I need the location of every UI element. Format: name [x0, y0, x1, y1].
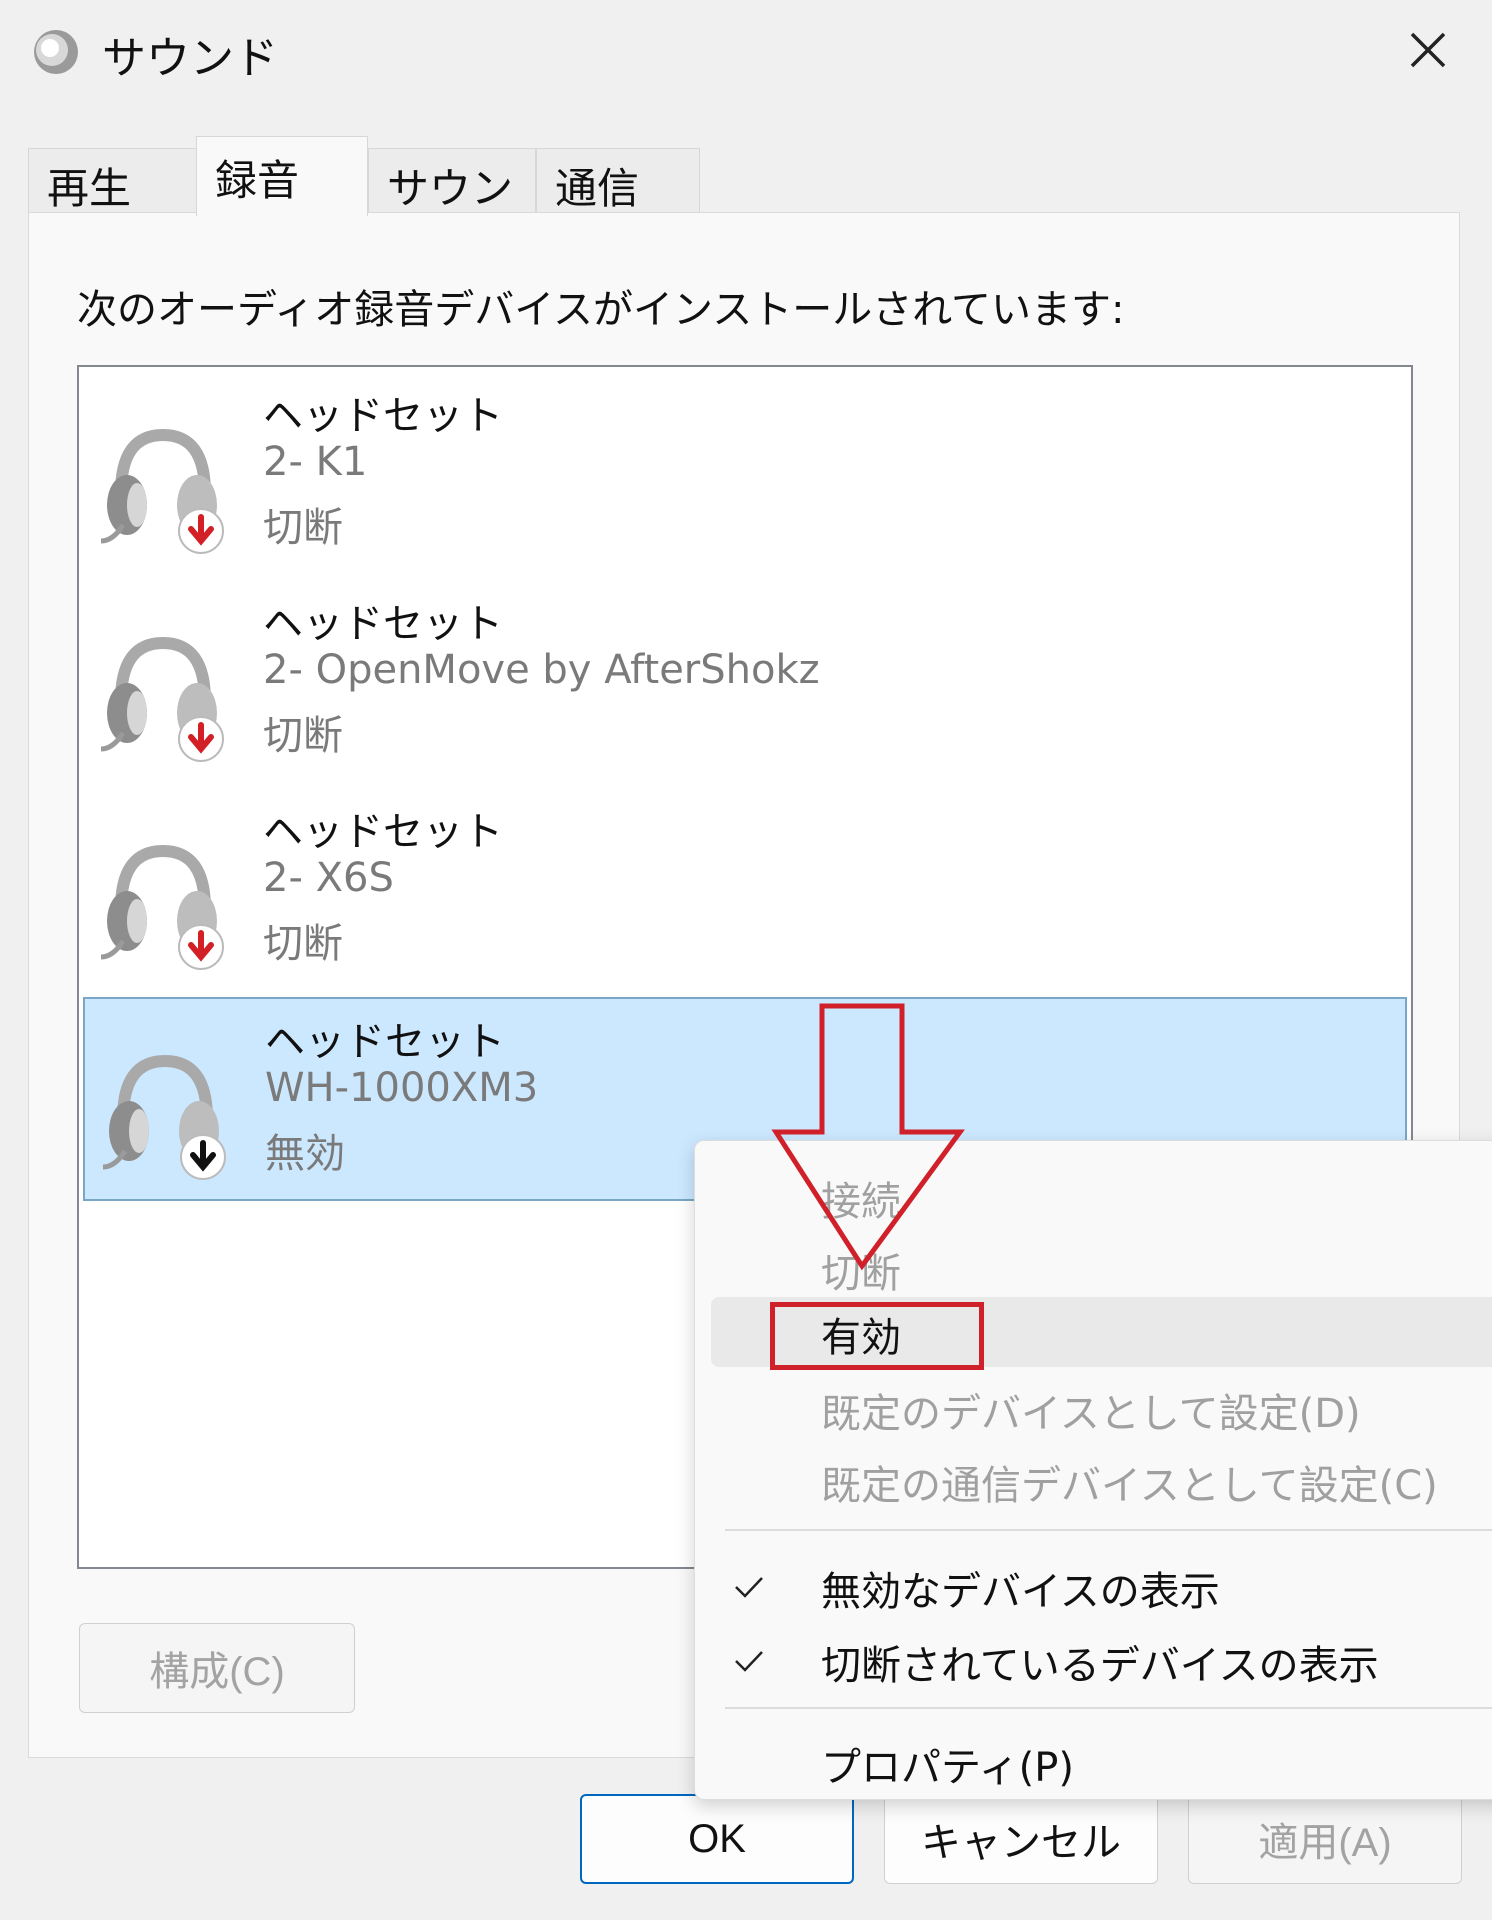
- device-item[interactable]: ヘッドセット 2- OpenMove by AfterShokz 切断: [83, 581, 1407, 785]
- speaker-icon: [30, 26, 82, 78]
- device-status: 切断: [263, 921, 343, 967]
- menu-item-label: プロパティ(P): [821, 1745, 1074, 1791]
- device-item[interactable]: ヘッドセット 2- K1 切断: [83, 373, 1407, 577]
- device-status: 無効: [265, 1131, 345, 1177]
- device-name: ヘッドセット: [263, 809, 503, 855]
- menu-separator: [725, 1529, 1492, 1531]
- menu-item-set-default[interactable]: 既定のデバイスとして設定(D): [695, 1373, 1492, 1443]
- cancel-button[interactable]: キャンセル: [884, 1794, 1158, 1884]
- tab-recording[interactable]: 録音: [196, 136, 368, 216]
- menu-item-properties[interactable]: プロパティ(P): [695, 1727, 1492, 1797]
- annotation-down-arrow-icon: [770, 1002, 970, 1272]
- menu-item-label: 既定の通信デバイスとして設定(C): [821, 1463, 1438, 1509]
- device-model: WH-1000XM3: [265, 1065, 539, 1111]
- ok-button[interactable]: OK: [580, 1794, 854, 1884]
- configure-button[interactable]: 構成(C): [79, 1623, 355, 1713]
- headset-icon: [93, 829, 233, 979]
- checkmark-icon: [733, 1639, 765, 1685]
- menu-item-show-disabled[interactable]: 無効なデバイスの表示: [695, 1551, 1492, 1621]
- sound-dialog: サウンド 再生 録音 サウンド 通信 次のオーディオ録音デバイスがインストールさ…: [0, 0, 1492, 1920]
- menu-item-label: 切断されているデバイスの表示: [821, 1643, 1379, 1689]
- menu-item-label: 既定のデバイスとして設定(D): [821, 1391, 1361, 1437]
- tab-sounds[interactable]: サウンド: [368, 148, 536, 274]
- device-status: 切断: [263, 713, 343, 759]
- menu-item-show-disconnected[interactable]: 切断されているデバイスの表示: [695, 1625, 1492, 1695]
- window-title: サウンド: [102, 33, 278, 84]
- panel-description: 次のオーディオ録音デバイスがインストールされています:: [77, 287, 1125, 333]
- title-bar: サウンド: [0, 0, 1492, 110]
- apply-button[interactable]: 適用(A): [1188, 1794, 1462, 1884]
- menu-separator: [725, 1707, 1492, 1709]
- checkmark-icon: [733, 1565, 765, 1611]
- device-status: 切断: [263, 505, 343, 551]
- headset-icon: [93, 621, 233, 771]
- device-item[interactable]: ヘッドセット 2- X6S 切断: [83, 789, 1407, 993]
- device-model: 2- X6S: [263, 855, 394, 901]
- tab-playback[interactable]: 再生: [28, 148, 198, 214]
- device-name: ヘッドセット: [263, 601, 503, 647]
- device-name: ヘッドセット: [263, 393, 503, 439]
- headset-icon: [95, 1039, 235, 1189]
- tab-communications[interactable]: 通信: [536, 148, 700, 214]
- annotation-highlight-box: [770, 1302, 984, 1370]
- device-name: ヘッドセット: [265, 1019, 505, 1065]
- close-button[interactable]: [1400, 22, 1456, 78]
- menu-item-set-default-comm[interactable]: 既定の通信デバイスとして設定(C): [695, 1445, 1492, 1515]
- device-model: 2- OpenMove by AfterShokz: [263, 647, 820, 693]
- menu-item-label: 無効なデバイスの表示: [821, 1569, 1220, 1615]
- close-icon: [1410, 32, 1446, 68]
- device-model: 2- K1: [263, 439, 368, 485]
- headset-icon: [93, 413, 233, 563]
